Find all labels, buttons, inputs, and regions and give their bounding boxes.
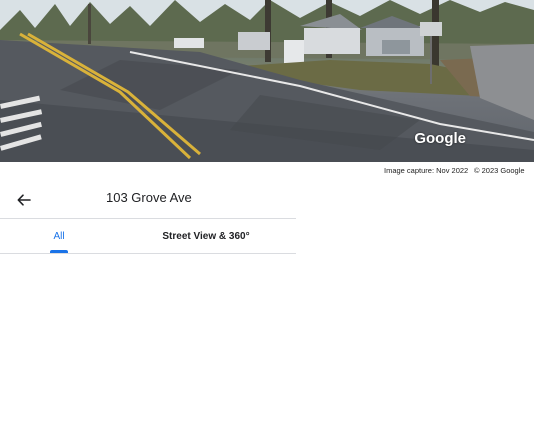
arrow-left-icon: [17, 194, 31, 206]
street-view-image[interactable]: Google: [0, 0, 534, 162]
tab-street-view-360[interactable]: Street View & 360°: [150, 219, 262, 253]
place-title: 103 Grove Ave: [106, 190, 192, 205]
place-header: 103 Grove Ave: [0, 180, 296, 218]
copyright-notice: © 2023 Google: [474, 166, 525, 175]
google-watermark: Google: [414, 130, 466, 147]
back-button[interactable]: [12, 188, 36, 212]
image-capture-date: Image capture: Nov 2022: [384, 166, 469, 175]
tabs-divider: [0, 253, 296, 254]
tab-all[interactable]: All: [40, 219, 78, 253]
photo-tabs: All Street View & 360°: [0, 219, 296, 253]
image-caption-row: Image capture: Nov 2022 © 2023 Google: [0, 164, 534, 178]
